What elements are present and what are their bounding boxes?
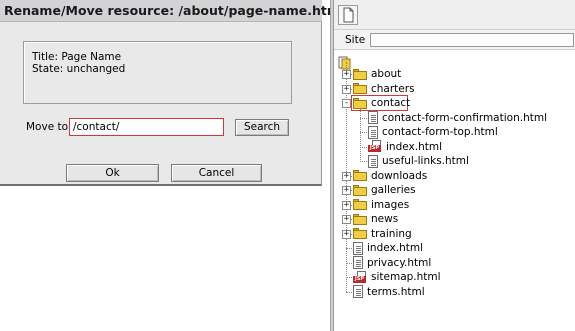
tree-connector-line <box>346 291 352 293</box>
dialog-title: Rename/Move resource: /about/page-name.h… <box>0 0 344 22</box>
folder-icon <box>353 228 367 239</box>
tree-node-label: useful-links.html <box>382 155 469 167</box>
resource-info-box: Title: Page Name State: unchanged <box>23 41 292 104</box>
tree-node-label: galleries <box>371 184 416 196</box>
html-file-icon <box>353 256 363 269</box>
tree-node[interactable]: privacy.html <box>353 256 431 270</box>
tree-node[interactable]: contact-form-confirmation.html <box>368 111 547 125</box>
tree-node[interactable]: contact <box>353 96 410 110</box>
tree-node-label: contact-form-confirmation.html <box>382 111 547 124</box>
jsp-file-icon: JSP <box>353 270 367 284</box>
site-bar: Site <box>334 30 575 50</box>
tree-node[interactable]: training <box>353 227 412 241</box>
tree-node[interactable]: galleries <box>353 183 416 197</box>
tree-node-label: contact <box>371 97 411 109</box>
tree-node-label: downloads <box>371 169 428 182</box>
tree-node[interactable]: news <box>353 212 398 226</box>
move-to-input[interactable] <box>69 118 224 136</box>
site-tree: + about + charters - contact contact-form-conf… <box>334 52 575 331</box>
expand-toggle[interactable]: + <box>342 84 351 94</box>
folder-icon <box>353 199 367 210</box>
folder-icon <box>353 170 367 181</box>
tree-node-label: training <box>371 227 412 240</box>
folder-icon <box>353 68 367 80</box>
tree-node-label: contact-form-top.html <box>382 126 498 138</box>
tree-node-label: images <box>371 198 410 211</box>
tree-node-label: about <box>371 68 402 80</box>
html-file-icon <box>368 111 378 124</box>
expand-toggle[interactable]: + <box>342 200 351 210</box>
new-page-button[interactable] <box>338 5 358 25</box>
collapse-toggle[interactable]: - <box>342 99 351 108</box>
ok-button[interactable]: Ok <box>66 164 159 182</box>
resource-state-text: State: unchanged <box>32 63 126 75</box>
expand-toggle[interactable]: + <box>342 229 351 239</box>
site-tree-panel: Site + about + charters - contact contact-form… <box>333 0 575 331</box>
html-file-icon <box>353 241 363 255</box>
tree-node[interactable]: charters <box>353 82 415 96</box>
tree-node-label: index.html <box>367 242 423 254</box>
folder-open-icon <box>353 97 367 109</box>
rename-move-dialog: Rename/Move resource: /about/page-name.h… <box>0 0 344 186</box>
expand-toggle[interactable]: + <box>342 215 351 224</box>
html-file-icon <box>353 285 363 298</box>
search-button[interactable]: Search <box>235 119 289 136</box>
move-to-label: Move to <box>26 121 69 133</box>
tree-node[interactable]: terms.html <box>353 285 425 299</box>
tree-connector-line <box>346 262 352 264</box>
expand-toggle[interactable]: + <box>342 186 351 195</box>
cancel-button[interactable]: Cancel <box>171 164 262 182</box>
html-file-icon <box>368 125 378 139</box>
tree-node[interactable]: useful-links.html <box>368 154 469 168</box>
tree-node[interactable]: downloads <box>353 169 427 183</box>
tree-node[interactable]: JSP sitemap.html <box>353 270 441 284</box>
tree-node-label: terms.html <box>367 285 425 298</box>
tree-node[interactable]: about <box>353 67 401 81</box>
tree-connector-line <box>360 108 361 160</box>
tree-node[interactable]: index.html <box>353 241 423 255</box>
html-file-icon <box>368 154 378 168</box>
site-field[interactable] <box>370 33 574 47</box>
tree-connector-line <box>360 117 367 119</box>
new-page-icon <box>343 7 354 23</box>
folder-icon <box>353 184 367 196</box>
tree-connector-line <box>360 146 367 148</box>
tree-connector-line <box>360 132 367 133</box>
expand-toggle[interactable]: + <box>342 70 351 79</box>
tree-node[interactable]: JSP index.html <box>368 140 442 154</box>
tree-node-label: privacy.html <box>367 256 432 269</box>
tree-connector-line <box>360 161 367 162</box>
tree-node-label: news <box>371 213 399 225</box>
tree-connector-line <box>346 248 352 249</box>
tree-node-label: charters <box>371 82 415 95</box>
tree-node-label: index.html <box>386 140 442 153</box>
folder-icon <box>353 83 367 94</box>
site-label: Site <box>345 34 366 46</box>
tree-node[interactable]: images <box>353 198 409 212</box>
folder-icon <box>353 213 367 225</box>
tree-toolbar <box>334 0 575 30</box>
resource-title-text: Title: Page Name <box>32 51 122 63</box>
jsp-file-icon: JSP <box>368 140 382 153</box>
tree-node[interactable]: contact-form-top.html <box>368 125 498 139</box>
expand-toggle[interactable]: + <box>342 171 351 181</box>
tree-connector-line <box>346 277 352 278</box>
tree-node-label: sitemap.html <box>371 271 441 283</box>
